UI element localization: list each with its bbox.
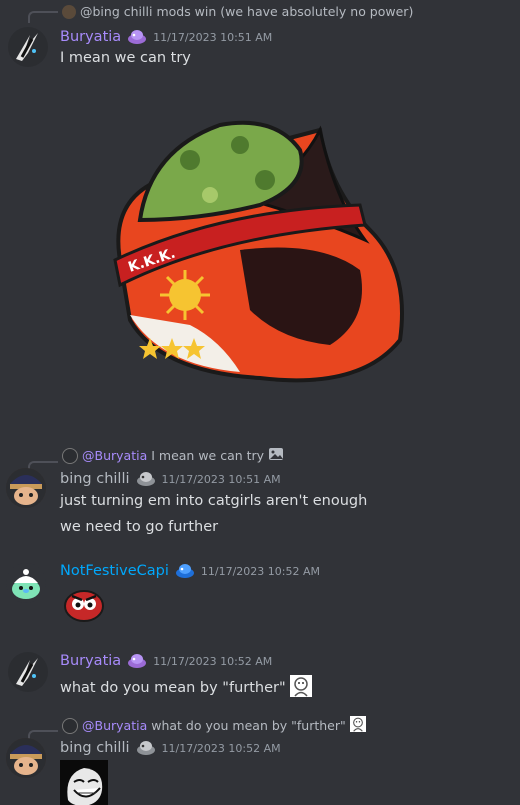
reply-connector — [28, 11, 58, 23]
sticker-graphic: K.K.K. — [113, 120, 404, 383]
reply-preview[interactable]: @bing chilli mods win (we have absolutel… — [62, 4, 413, 19]
message-content: what do you mean by "further" — [60, 680, 286, 696]
angry-ball-icon — [64, 590, 104, 622]
reply-mention[interactable]: @bing chilli — [80, 4, 152, 19]
timestamp[interactable]: 11/17/2023 10:51 AM — [162, 473, 281, 486]
role-badge-icon — [175, 562, 195, 580]
role-badge-icon — [127, 652, 147, 670]
reply-mention[interactable]: @Buryatia — [82, 448, 147, 463]
avatar[interactable] — [6, 563, 46, 603]
reply-text: mods win (we have absolutely no power) — [156, 4, 414, 19]
avatar[interactable] — [6, 738, 46, 778]
reply-text: what do you mean by "further" — [151, 718, 346, 733]
image-attachment[interactable] — [60, 760, 108, 805]
message-header: Buryatia 11/17/2023 10:52 AM — [60, 652, 272, 670]
buryatia-avatar-icon — [16, 658, 38, 686]
reply-preview[interactable]: @Buryatia what do you mean by "further" — [62, 716, 366, 735]
reply-avatar — [62, 717, 78, 734]
timestamp[interactable]: 11/17/2023 10:51 AM — [153, 31, 272, 44]
avatar[interactable] — [8, 652, 48, 692]
message-header: Buryatia 11/17/2023 10:51 AM — [60, 28, 272, 46]
message-header: bing chilli 11/17/2023 10:51 AM — [60, 470, 281, 488]
role-badge-icon — [127, 28, 147, 46]
bing-chilli-avatar-icon — [6, 468, 46, 508]
notfestivecapi-avatar-icon — [12, 569, 40, 599]
emoji-icon — [349, 716, 366, 735]
timestamp[interactable]: 11/17/2023 10:52 AM — [162, 742, 281, 755]
username[interactable]: Buryatia — [60, 29, 121, 45]
avatar[interactable] — [8, 27, 48, 67]
timestamp[interactable]: 11/17/2023 10:52 AM — [201, 565, 320, 578]
username[interactable]: Buryatia — [60, 653, 121, 669]
message-header: NotFestiveCapi 11/17/2023 10:52 AM — [60, 562, 320, 580]
reply-text: I mean we can try — [151, 448, 265, 463]
username[interactable]: NotFestiveCapi — [60, 563, 169, 579]
emoji-icon[interactable] — [289, 675, 312, 701]
reply-mention[interactable]: @Buryatia — [82, 718, 147, 733]
emoji-sticker[interactable] — [64, 588, 104, 622]
message-content: we need to go further — [60, 519, 219, 535]
sticker-image[interactable]: K.K.K. — [100, 110, 410, 390]
role-badge-icon — [136, 470, 156, 488]
username[interactable]: bing chilli — [60, 740, 130, 756]
avatar[interactable] — [6, 468, 46, 508]
buryatia-avatar-icon — [16, 33, 38, 61]
role-badge-icon — [136, 739, 156, 757]
trollface-image — [60, 760, 108, 805]
message-line: what do you mean by "further" — [60, 675, 312, 701]
message-content: just turning em into catgirls aren't eno… — [60, 493, 368, 509]
reply-preview[interactable]: @Buryatia I mean we can try — [62, 446, 284, 465]
timestamp[interactable]: 11/17/2023 10:52 AM — [153, 655, 272, 668]
reply-avatar — [62, 447, 78, 464]
image-icon — [268, 446, 284, 465]
message-header: bing chilli 11/17/2023 10:52 AM — [60, 739, 281, 757]
message-content: I mean we can try — [60, 50, 191, 66]
reply-avatar — [62, 4, 76, 19]
bing-chilli-avatar-icon — [6, 738, 46, 778]
username[interactable]: bing chilli — [60, 471, 130, 487]
